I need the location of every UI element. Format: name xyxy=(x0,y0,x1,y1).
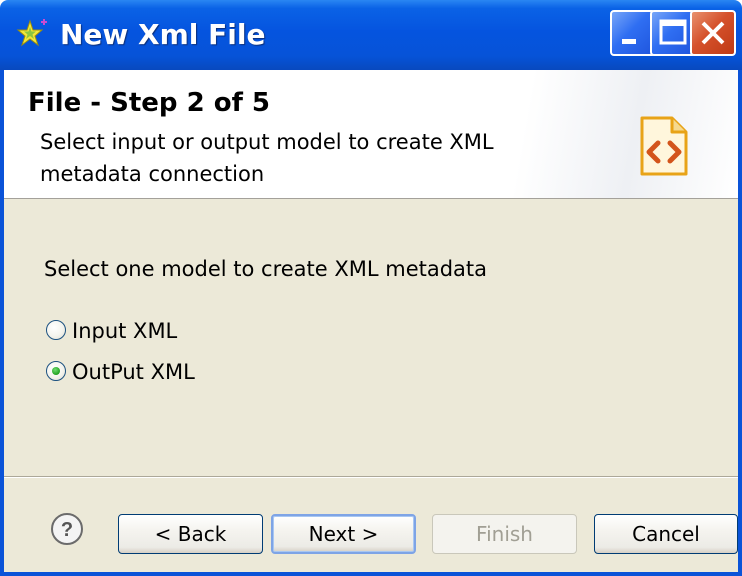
svg-text:?: ? xyxy=(61,519,73,541)
star-sparkle-icon xyxy=(16,19,47,47)
next-button[interactable]: Next > xyxy=(271,514,416,554)
xml-file-icon xyxy=(640,116,688,176)
radio-unselected-icon[interactable] xyxy=(46,320,66,340)
radio-check-dot xyxy=(52,367,60,375)
new-xml-file-dialog: New Xml File File - Step 2 of 5 Select i… xyxy=(0,0,742,576)
close-button[interactable] xyxy=(690,10,736,56)
maximize-icon xyxy=(659,19,687,45)
back-button[interactable]: < Back xyxy=(118,514,263,554)
page-title: File - Step 2 of 5 xyxy=(28,88,271,118)
window-frame-left xyxy=(0,70,4,576)
model-prompt: Select one model to create XML metadata xyxy=(44,257,488,281)
radio-selected-icon[interactable] xyxy=(46,361,66,381)
cancel-button[interactable]: Cancel xyxy=(594,514,738,554)
help-icon[interactable]: ? xyxy=(50,512,84,546)
title-bar[interactable]: New Xml File xyxy=(0,0,742,70)
output-xml-label[interactable]: OutPut XML xyxy=(72,358,195,386)
minimize-icon xyxy=(622,39,636,44)
finish-button[interactable]: Finish xyxy=(432,514,577,554)
input-xml-label[interactable]: Input XML xyxy=(72,317,177,345)
window-frame-bottom xyxy=(0,572,742,576)
window-frame-right xyxy=(738,70,742,576)
window-title: New Xml File xyxy=(60,18,266,51)
page-description: Select input or output model to create X… xyxy=(40,130,494,186)
footer-divider xyxy=(4,476,738,478)
close-icon xyxy=(701,21,725,45)
